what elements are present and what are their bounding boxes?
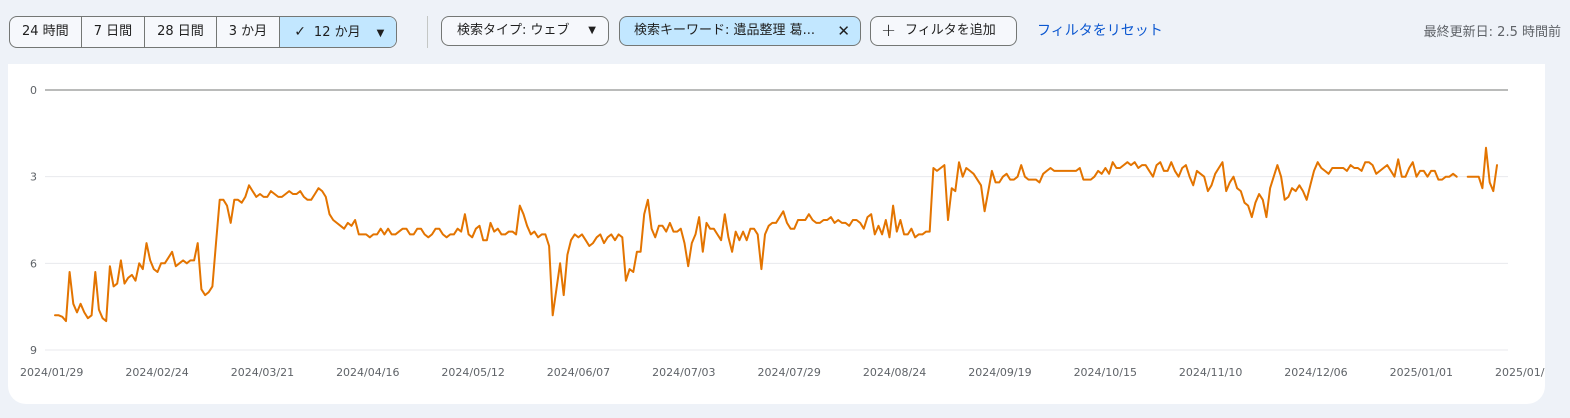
plus-icon: + xyxy=(881,20,897,41)
y-tick-label: 9 xyxy=(30,344,37,357)
close-icon[interactable]: ✕ xyxy=(837,17,850,45)
x-tick-label: 2024/08/24 xyxy=(863,366,926,379)
range-12m[interactable]: ✓ 12 か月 ▼ xyxy=(280,17,397,47)
caret-down-icon: ▼ xyxy=(588,25,596,36)
toolbar-divider xyxy=(427,16,428,48)
position-line-chart: 0 3 6 9 2024/01/29 2024/02/24 2024/03/21 2024/0… xyxy=(20,84,1545,379)
range-28d[interactable]: 28 日間 xyxy=(145,17,217,47)
range-7d[interactable]: 7 日間 xyxy=(82,17,146,47)
date-range-selector: 24 時間 7 日間 28 日間 3 か月 ✓ 12 か月 ▼ xyxy=(9,16,398,48)
range-3m[interactable]: 3 か月 xyxy=(217,17,281,47)
x-tick-label: 2024/05/12 xyxy=(441,366,504,379)
y-tick-label: 6 xyxy=(30,257,37,270)
x-tick-label: 2024/01/29 xyxy=(20,366,83,379)
y-tick-label: 3 xyxy=(30,171,37,184)
x-tick-label: 2024/04/16 xyxy=(336,366,399,379)
range-12m-label: 12 か月 xyxy=(313,25,361,40)
keyword-filter-chip[interactable]: 検索キーワード: 遺品整理 葛... ✕ xyxy=(619,16,861,46)
search-type-label: 検索タイプ: ウェブ xyxy=(457,23,570,38)
keyword-filter-label: 検索キーワード: 遺品整理 葛... xyxy=(634,23,816,38)
x-tick-label: 2024/02/24 xyxy=(125,366,188,379)
add-filter-label: フィルタを追加 xyxy=(905,23,996,38)
x-tick-label: 2024/09/19 xyxy=(968,366,1031,379)
last-updated-text: 最終更新日: 2.5 時間前 xyxy=(1423,25,1561,40)
search-type-filter[interactable]: 検索タイプ: ウェブ ▼ xyxy=(441,16,609,46)
y-tick-label: 0 xyxy=(30,84,37,97)
x-tick-label: 2024/06/07 xyxy=(547,366,610,379)
reset-filters-link[interactable]: フィルタをリセット xyxy=(1037,20,1163,40)
x-tick-label: 2024/07/29 xyxy=(758,366,821,379)
x-tick-label: 2025/01/27 xyxy=(1495,366,1545,379)
check-icon: ✓ xyxy=(294,24,306,40)
x-tick-label: 2024/11/10 xyxy=(1179,366,1242,379)
add-filter-button[interactable]: + フィルタを追加 xyxy=(870,16,1017,46)
x-tick-label: 2025/01/01 xyxy=(1390,366,1453,379)
x-tick-label: 2024/10/15 xyxy=(1074,366,1137,379)
x-tick-label: 2024/07/03 xyxy=(652,366,715,379)
x-tick-label: 2024/03/21 xyxy=(231,366,294,379)
toolbar: 24 時間 7 日間 28 日間 3 か月 ✓ 12 か月 ▼ 検索タイプ: ウェブ… xyxy=(0,0,1570,64)
series-line xyxy=(54,146,1498,323)
chart-card: 0 3 6 9 2024/01/29 2024/02/24 2024/03/21 2024/0… xyxy=(8,64,1545,404)
caret-down-icon: ▼ xyxy=(376,28,385,39)
range-24h[interactable]: 24 時間 xyxy=(10,17,82,47)
x-tick-label: 2024/12/06 xyxy=(1284,366,1347,379)
